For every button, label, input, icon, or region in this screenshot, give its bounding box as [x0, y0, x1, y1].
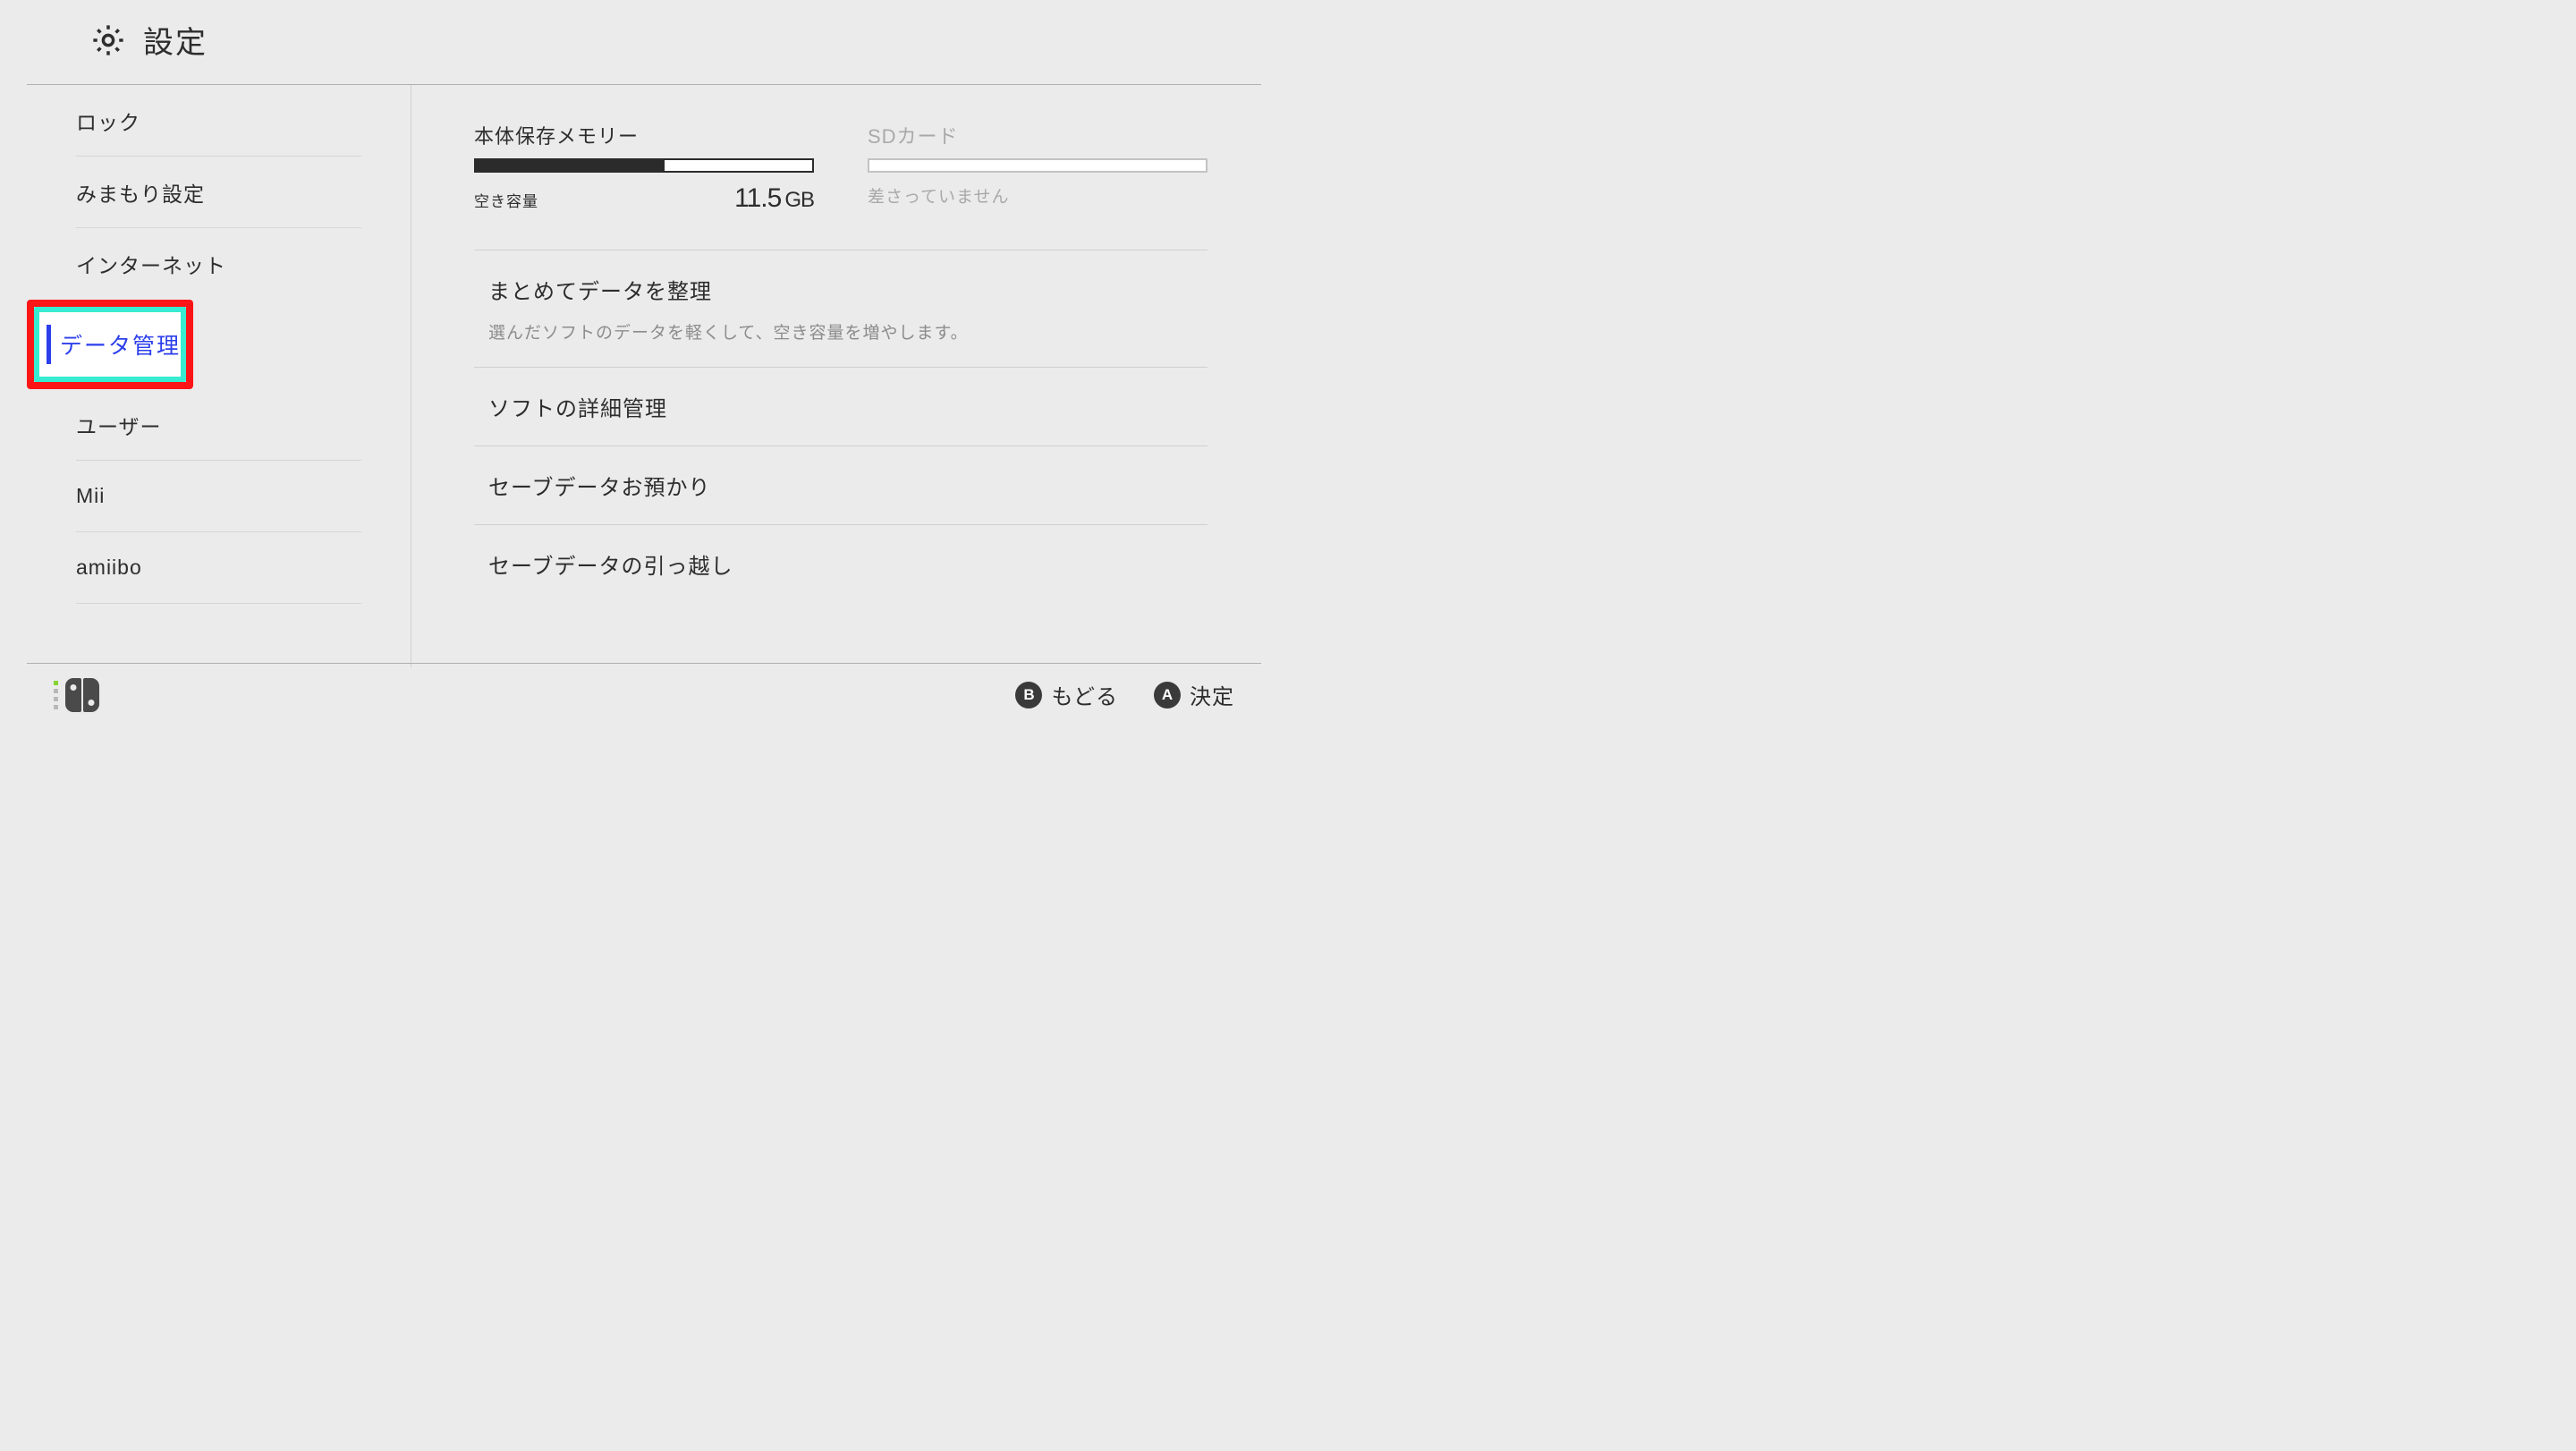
sidebar-item-label: インターネット — [76, 249, 226, 279]
sidebar-item-label: amiibo — [76, 556, 142, 580]
back-label: もどる — [1051, 679, 1118, 710]
sidebar-item-label: ロック — [76, 106, 140, 136]
storage-internal-bar — [474, 158, 814, 173]
joycon-icon — [65, 678, 99, 712]
storage-internal-fill — [476, 160, 665, 171]
sidebar-item-mii[interactable]: Mii — [76, 461, 361, 532]
sidebar: ロック みまもり設定 インターネット データ管理 — [27, 85, 411, 667]
menu-item-save-transfer[interactable]: セーブデータの引っ越し — [474, 525, 1208, 580]
storage-free-value: 11.5GB — [734, 183, 814, 214]
sidebar-item-lock[interactable]: ロック — [76, 85, 361, 157]
storage-internal-title: 本体保存メモリー — [474, 121, 814, 149]
storage-sd-title: SDカード — [868, 121, 1208, 149]
player-dot — [54, 689, 58, 693]
selection-cursor: データ管理 — [34, 307, 186, 382]
sidebar-list: ロック みまもり設定 インターネット データ管理 — [27, 85, 411, 604]
storage-internal: 本体保存メモリー 空き容量 11.5GB — [474, 121, 814, 214]
menu-item-title: セーブデータお預かり — [488, 470, 1193, 501]
storage-internal-info: 空き容量 11.5GB — [474, 183, 814, 214]
menu-item-software-details[interactable]: ソフトの詳細管理 — [474, 368, 1208, 446]
player-dot — [54, 681, 58, 685]
player-dot — [54, 697, 58, 701]
sidebar-item-parental[interactable]: みまもり設定 — [76, 157, 361, 228]
header: 設定 — [27, 0, 1261, 85]
a-button-icon: A — [1154, 682, 1181, 709]
storage-value-number: 11.5 — [734, 183, 781, 213]
page-title: 設定 — [143, 18, 208, 62]
ok-label: 決定 — [1190, 679, 1234, 710]
b-button-icon: B — [1015, 682, 1042, 709]
joycon-right-icon — [83, 678, 99, 712]
storage-sd-status: 差さっていません — [868, 183, 1208, 208]
sidebar-item-amiibo[interactable]: amiibo — [76, 532, 361, 604]
data-menu-section: まとめてデータを整理 選んだソフトのデータを軽くして、空き容量を増やします。 ソ… — [474, 250, 1208, 580]
storage-sd: SDカード 差さっていません — [868, 121, 1208, 214]
sidebar-item-label: みまもり設定 — [76, 177, 205, 208]
player-dot — [54, 705, 58, 709]
sidebar-item-label: ユーザー — [76, 410, 162, 440]
main-panel: 本体保存メモリー 空き容量 11.5GB SDカード 差さっていません ま — [411, 85, 1261, 667]
sidebar-item-users[interactable]: ユーザー — [76, 389, 361, 461]
menu-item-title: まとめてデータを整理 — [488, 274, 1193, 305]
menu-item-title: セーブデータの引っ越し — [488, 548, 1193, 580]
footer-button-hints: B もどる A 決定 — [1015, 679, 1234, 710]
player-dots — [54, 681, 58, 709]
ok-button-hint[interactable]: A 決定 — [1154, 679, 1234, 710]
menu-item-save-cloud[interactable]: セーブデータお預かり — [474, 446, 1208, 525]
footer: B もどる A 決定 — [27, 663, 1261, 726]
sidebar-item-data-management[interactable]: データ管理 — [27, 300, 411, 389]
storage-sd-bar — [868, 158, 1208, 173]
controller-indicator — [54, 678, 99, 712]
sidebar-item-label: Mii — [76, 484, 105, 508]
menu-item-desc: 選んだソフトのデータを軽くして、空き容量を増やします。 — [488, 319, 1193, 344]
highlight-annotation: データ管理 — [27, 300, 193, 389]
gear-icon — [89, 21, 127, 59]
back-button-hint[interactable]: B もどる — [1015, 679, 1118, 710]
storage-value-unit: GB — [784, 188, 814, 212]
menu-item-title: ソフトの詳細管理 — [488, 391, 1193, 422]
sidebar-item-internet[interactable]: インターネット — [76, 228, 361, 300]
storage-summary: 本体保存メモリー 空き容量 11.5GB SDカード 差さっていません — [474, 121, 1208, 214]
joycon-left-icon — [65, 678, 81, 712]
selection-indicator-bar — [47, 325, 51, 364]
sidebar-item-label: データ管理 — [60, 328, 181, 361]
menu-item-organize-data[interactable]: まとめてデータを整理 選んだソフトのデータを軽くして、空き容量を増やします。 — [474, 250, 1208, 368]
content-area: ロック みまもり設定 インターネット データ管理 — [27, 85, 1261, 667]
storage-free-label: 空き容量 — [474, 189, 538, 211]
